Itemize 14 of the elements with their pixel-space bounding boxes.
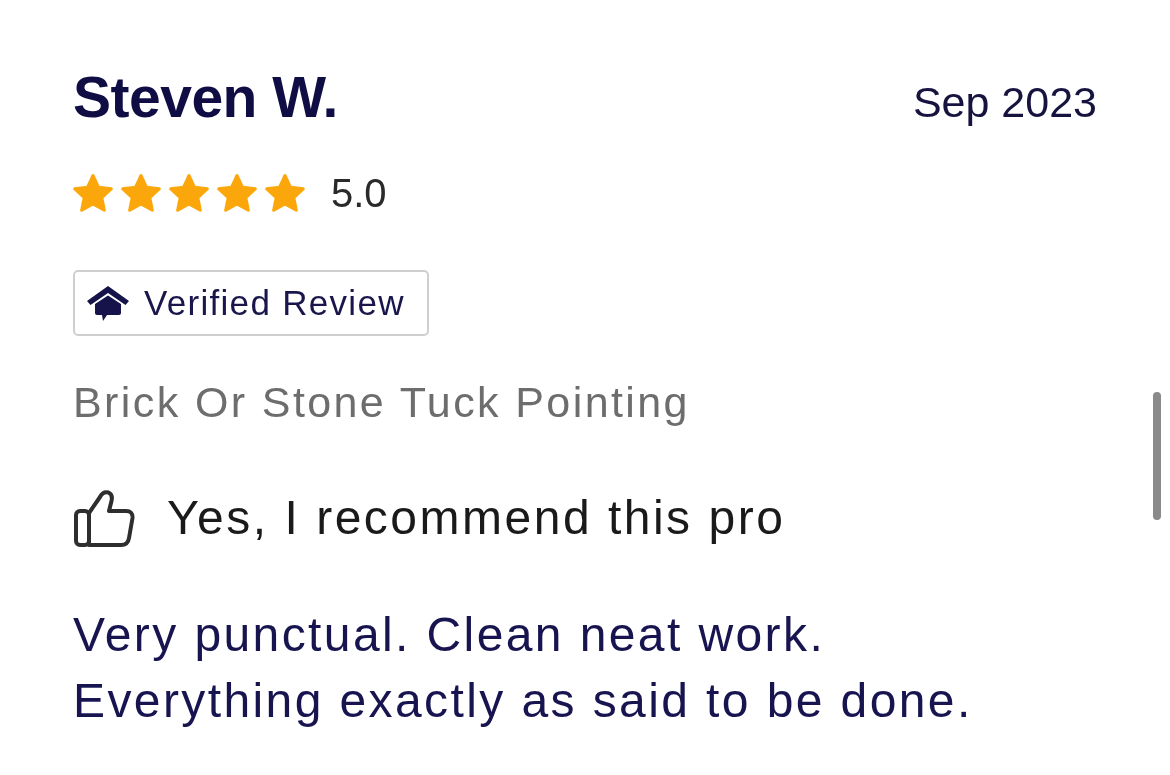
- star-icon: [169, 174, 209, 212]
- star-icon: [265, 174, 305, 212]
- house-chat-icon: [86, 284, 130, 322]
- review-text: Very punctual. Clean neat work. Everything exactly as said to be done.: [73, 607, 973, 729]
- star-icon: [73, 174, 113, 212]
- star-icon: [121, 174, 161, 212]
- review-date: Sep 2023: [912, 77, 1097, 128]
- star-icon: [217, 174, 257, 212]
- badge-label: Verified Review: [144, 282, 405, 324]
- service-name: Brick Or Stone Tuck Pointing: [73, 377, 690, 428]
- scrollbar-thumb[interactable]: [1153, 392, 1161, 520]
- reviewer-name: Steven W.: [73, 64, 338, 131]
- rating-value: 5.0: [331, 171, 387, 215]
- recommendation-text: Yes, I recommend this pro: [167, 490, 786, 546]
